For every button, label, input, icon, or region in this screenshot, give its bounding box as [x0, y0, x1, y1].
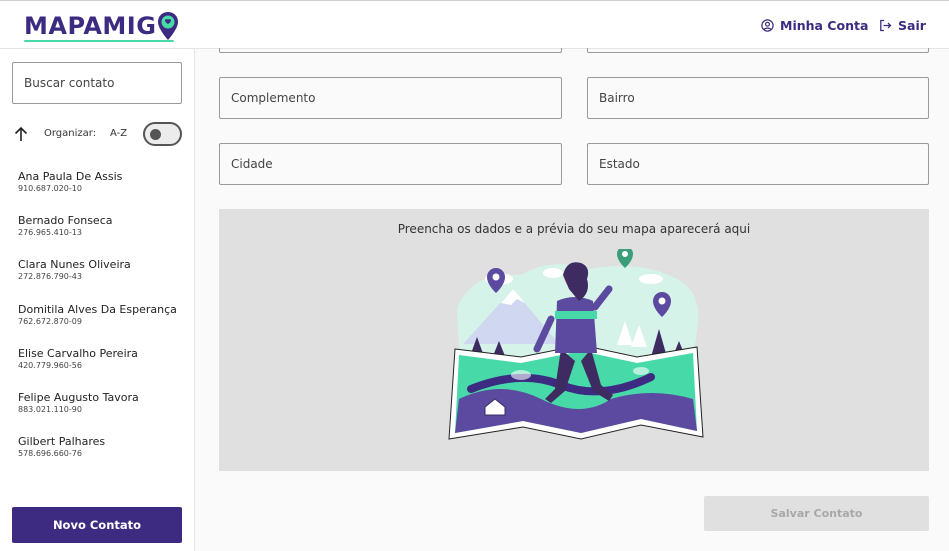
- sort-toggle[interactable]: [143, 122, 182, 146]
- sort-value: A-Z: [110, 128, 128, 139]
- logo-text: MAPAMIG: [24, 12, 157, 40]
- contact-item[interactable]: Elise Carvalho Pereira 420.779.960-56: [0, 347, 195, 391]
- contact-cpf: 883.021.110-90: [18, 404, 82, 414]
- save-contact-button[interactable]: Salvar Contato: [704, 496, 929, 531]
- cidade-field[interactable]: [219, 143, 562, 185]
- mapamigo-logo[interactable]: MAPAMIG: [24, 11, 179, 42]
- arrow-up-icon[interactable]: [14, 126, 28, 142]
- sort-label: Organizar:: [44, 128, 97, 139]
- contact-cpf: 272.876.790-43: [18, 272, 82, 282]
- map-preview-panel: Preencha os dados e a prévia do seu mapa…: [219, 209, 929, 471]
- contact-cpf: 578.696.660-76: [18, 449, 82, 459]
- bairro-field[interactable]: [587, 77, 929, 119]
- complemento-field[interactable]: [219, 77, 562, 119]
- toggle-knob: [150, 129, 161, 140]
- contact-item[interactable]: Gilbert Palhares 578.696.660-76: [0, 435, 195, 479]
- contact-cpf: 276.965.410-13: [18, 228, 82, 238]
- contact-cpf: 762.672.870-09: [18, 316, 82, 326]
- contacts-sidebar: Organizar: A-Z Ana Paula De Assis 910.68…: [0, 49, 195, 551]
- my-account-link[interactable]: Minha Conta: [761, 18, 868, 33]
- contact-name: Clara Nunes Oliveira: [18, 258, 131, 272]
- contact-name: Gilbert Palhares: [18, 435, 106, 449]
- contact-name: Domitila Alves Da Esperança: [18, 302, 177, 316]
- contact-item[interactable]: Domitila Alves Da Esperança 762.672.870-…: [0, 303, 195, 347]
- map-preview-caption: Preencha os dados e a prévia do seu mapa…: [397, 222, 751, 236]
- logo-pin-icon: [158, 12, 179, 40]
- contact-item[interactable]: Clara Nunes Oliveira 272.876.790-43: [0, 258, 195, 302]
- scrolled-field-edge: [219, 48, 562, 53]
- logo-underline: [24, 40, 174, 42]
- contact-name: Bernado Fonseca: [18, 214, 113, 228]
- scrolled-field-edge: [587, 48, 929, 53]
- logout-link[interactable]: Sair: [879, 18, 926, 33]
- my-account-label: Minha Conta: [780, 18, 869, 33]
- contact-item[interactable]: Felipe Augusto Tavora 883.021.110-90: [0, 391, 195, 435]
- estado-field[interactable]: [587, 143, 929, 185]
- contact-name: Ana Paula De Assis: [18, 170, 123, 183]
- contact-name: Elise Carvalho Pereira: [18, 346, 138, 360]
- hiker-map-illustration: [448, 249, 704, 440]
- top-bar: MAPAMIG Minha Conta Sair: [0, 0, 949, 49]
- contact-list: Ana Paula De Assis 910.687.020-10 Bernad…: [0, 170, 195, 479]
- logout-label: Sair: [898, 18, 926, 33]
- contact-name: Felipe Augusto Tavora: [18, 390, 139, 404]
- logout-icon: [880, 19, 892, 32]
- contact-item[interactable]: Bernado Fonseca 276.965.410-13: [0, 214, 195, 258]
- contact-cpf: 420.779.960-56: [18, 360, 82, 370]
- contact-item[interactable]: Ana Paula De Assis 910.687.020-10: [0, 170, 195, 214]
- search-contact-input[interactable]: [12, 62, 182, 104]
- contact-cpf: 910.687.020-10: [18, 184, 82, 193]
- new-contact-button[interactable]: Novo Contato: [12, 507, 182, 543]
- sort-controls: Organizar: A-Z: [14, 122, 184, 146]
- user-circle-icon: [761, 19, 774, 32]
